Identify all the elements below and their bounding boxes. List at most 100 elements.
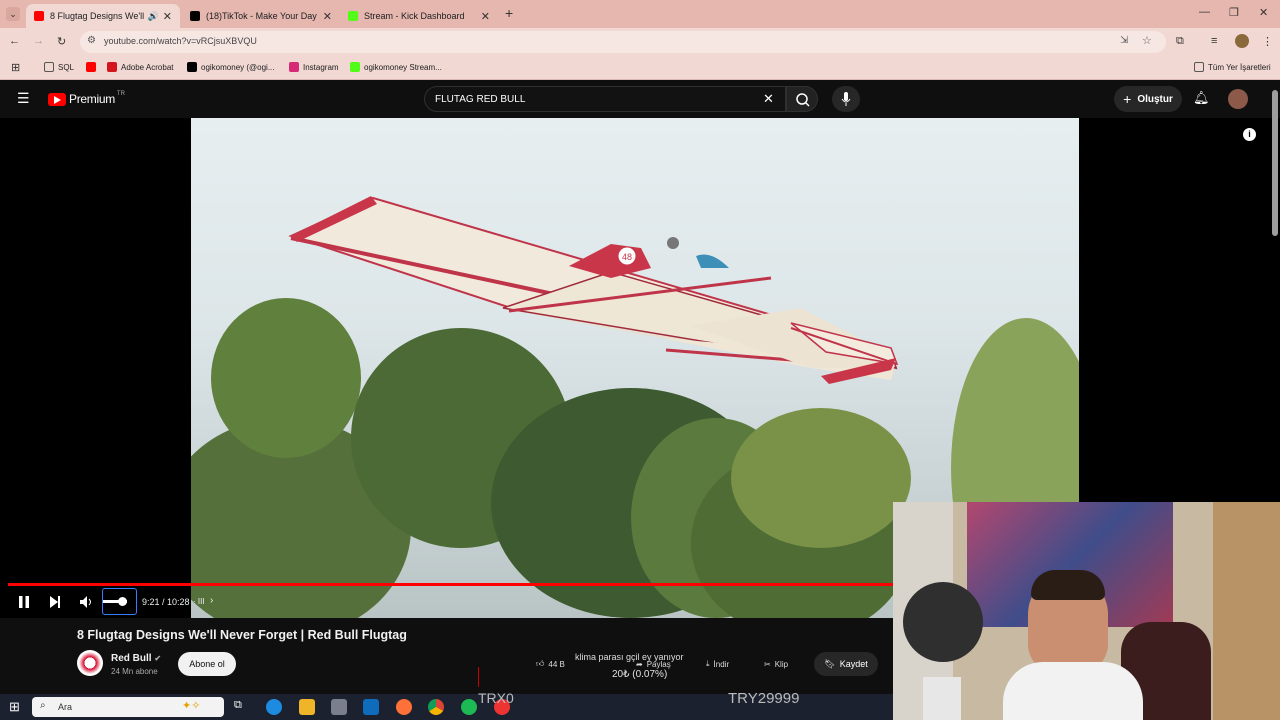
acrobat-icon xyxy=(107,62,117,72)
notifications-bell-icon[interactable]: 🔔︎ xyxy=(1193,90,1210,106)
wardrobe xyxy=(1213,502,1280,720)
youtube-header: ☰ Premium TR FLUTAG RED BULL ✕ + Oluştur… xyxy=(0,80,1280,118)
tab-tiktok[interactable]: (18)TikTok - Make Your Day ✕ xyxy=(182,4,340,28)
chrome-icon[interactable] xyxy=(428,699,444,715)
reload-icon[interactable]: ↻ xyxy=(57,35,66,48)
media-control-icon[interactable]: ≡ xyxy=(1211,35,1217,47)
bookmark-adobe-acrobat[interactable]: Adobe Acrobat xyxy=(107,62,173,72)
outlook-icon[interactable] xyxy=(363,699,379,715)
browser-toolbar: ← → ↻ ⚙ youtube.com/watch?v=vRCjsuXBVQU … xyxy=(0,28,1280,56)
like-button[interactable]: 👍︎ 44 B xyxy=(536,655,565,673)
svg-text:48: 48 xyxy=(622,252,632,262)
channel-avatar[interactable] xyxy=(77,650,103,676)
webcam-overlay xyxy=(893,502,1280,720)
page-scrollbar[interactable] xyxy=(1272,90,1278,236)
spotify-icon[interactable] xyxy=(461,699,477,715)
channel-name-text: Red Bull xyxy=(111,653,152,664)
plus-icon: + xyxy=(1123,91,1132,107)
all-bookmarks[interactable]: Tüm Yer İşaretleri xyxy=(1194,62,1271,72)
tab-title: (18)TikTok - Make Your Day xyxy=(206,11,317,21)
edge-icon[interactable] xyxy=(266,699,282,715)
youtube-premium-logo[interactable]: Premium TR xyxy=(48,91,125,106)
tiktok-icon xyxy=(187,62,197,72)
cup xyxy=(923,677,961,720)
download-label: İndir xyxy=(713,659,730,669)
close-window-icon[interactable]: ✕ xyxy=(1259,6,1268,19)
bookmark-star-icon[interactable]: ☆ xyxy=(1142,34,1152,47)
download-button[interactable]: ⤓ İndir xyxy=(706,655,729,673)
firefox-icon[interactable] xyxy=(396,699,412,715)
close-tab-icon[interactable]: ✕ xyxy=(481,10,490,23)
logo-region: TR xyxy=(116,91,125,97)
apps-grid-icon[interactable]: ⊞ xyxy=(11,61,20,74)
folder-icon xyxy=(44,62,54,72)
bookmark-label: ogikomoney Stream... xyxy=(364,62,442,72)
minimize-icon[interactable]: — xyxy=(1199,6,1210,18)
close-tab-icon[interactable]: ✕ xyxy=(163,10,172,23)
store-icon[interactable] xyxy=(331,699,347,715)
restore-icon[interactable]: ❐ xyxy=(1229,6,1239,19)
youtube-icon xyxy=(86,62,96,72)
create-button[interactable]: + Oluştur xyxy=(1114,86,1182,112)
file-explorer-icon[interactable] xyxy=(299,699,315,715)
address-bar[interactable]: ⚙ youtube.com/watch?v=vRCjsuXBVQU ⇲ ☆ xyxy=(80,31,1166,53)
subscribe-button[interactable]: Abone ol xyxy=(178,652,236,676)
verified-badge-icon: ✔ xyxy=(154,654,162,663)
tab-youtube[interactable]: 8 Flugtag Designs We'll Ne 🔊 ✕ xyxy=(26,4,180,28)
info-icon[interactable]: i xyxy=(1243,128,1256,141)
streamer-hair xyxy=(1031,570,1105,600)
tab-search-button[interactable]: ⌄ xyxy=(6,7,20,21)
install-app-icon[interactable]: ⇲ xyxy=(1120,35,1128,46)
tab-title: Stream - Kick Dashboard xyxy=(364,11,465,21)
save-button[interactable]: 🔖︎ Kaydet xyxy=(814,652,878,676)
next-video-icon[interactable] xyxy=(48,595,62,609)
windows-start-icon[interactable]: ⊞ xyxy=(9,699,20,715)
account-avatar[interactable] xyxy=(1228,89,1248,109)
voice-search-button[interactable] xyxy=(832,86,860,112)
bookmark-tiktok[interactable]: ogikomoney (@ogi... xyxy=(187,62,275,72)
forward-icon[interactable]: → xyxy=(33,35,44,47)
site-info-icon[interactable]: ⚙ xyxy=(87,35,96,46)
close-tab-icon[interactable]: ✕ xyxy=(323,10,332,23)
overlay-code-left: TRX0 xyxy=(478,690,514,706)
chapter-chevron-icon[interactable]: › xyxy=(210,595,213,606)
search-button[interactable] xyxy=(786,86,818,112)
bookmark-label: Instagram xyxy=(303,62,339,72)
volume-icon[interactable] xyxy=(79,595,95,609)
kick-favicon-icon xyxy=(348,11,358,21)
menu-kebab-icon[interactable]: ⋮ xyxy=(1262,35,1273,48)
hamburger-menu-icon[interactable]: ☰ xyxy=(17,90,30,107)
focus-ring xyxy=(102,588,137,615)
back-icon[interactable]: ← xyxy=(9,35,20,47)
channel-name[interactable]: Red Bull ✔ xyxy=(111,653,161,664)
new-tab-button[interactable]: + xyxy=(505,5,513,21)
bookmark-label: Tüm Yer İşaretleri xyxy=(1208,62,1271,72)
pause-icon[interactable] xyxy=(17,595,31,609)
bookmark-kick-stream[interactable]: ogikomoney Stream... xyxy=(350,62,442,72)
address-text: youtube.com/watch?v=vRCjsuXBVQU xyxy=(104,36,257,46)
scissors-icon: ✂ xyxy=(764,659,771,669)
overlay-divider xyxy=(478,667,479,687)
bookmark-youtube[interactable] xyxy=(86,62,100,72)
task-view-icon[interactable]: ⧉ xyxy=(234,699,242,712)
like-count: 44 B xyxy=(548,659,565,669)
bookmark-sql[interactable]: SQL xyxy=(44,62,74,72)
bookmark-instagram[interactable]: Instagram xyxy=(289,62,339,72)
speaker-icon[interactable]: 🔊 xyxy=(148,11,159,22)
instagram-icon xyxy=(289,62,299,72)
clip-button[interactable]: ✂ Klip xyxy=(764,655,788,673)
profile-avatar[interactable] xyxy=(1235,34,1249,48)
create-label: Oluştur xyxy=(1137,93,1173,105)
stream-ticker-text: klima parası gçil ey yanıyor xyxy=(575,652,684,662)
overlay-code-right: TRY29999 xyxy=(728,690,800,707)
taskbar-search-placeholder: Ara xyxy=(58,702,73,712)
chapter-label[interactable]: · III xyxy=(193,597,205,606)
bookmark-label: Adobe Acrobat xyxy=(121,62,174,72)
taskbar-search-input[interactable]: ⌕ Ara ✦✧ xyxy=(32,697,224,717)
tab-title: 8 Flugtag Designs We'll Ne xyxy=(50,11,145,21)
search-input[interactable]: FLUTAG RED BULL ✕ xyxy=(424,86,786,112)
extensions-icon[interactable]: ⧉ xyxy=(1176,35,1184,48)
clear-search-icon[interactable]: ✕ xyxy=(763,91,774,107)
time-display: 9:21 / 10:28 xyxy=(142,597,190,607)
tab-kick[interactable]: Stream - Kick Dashboard ✕ xyxy=(340,4,498,28)
